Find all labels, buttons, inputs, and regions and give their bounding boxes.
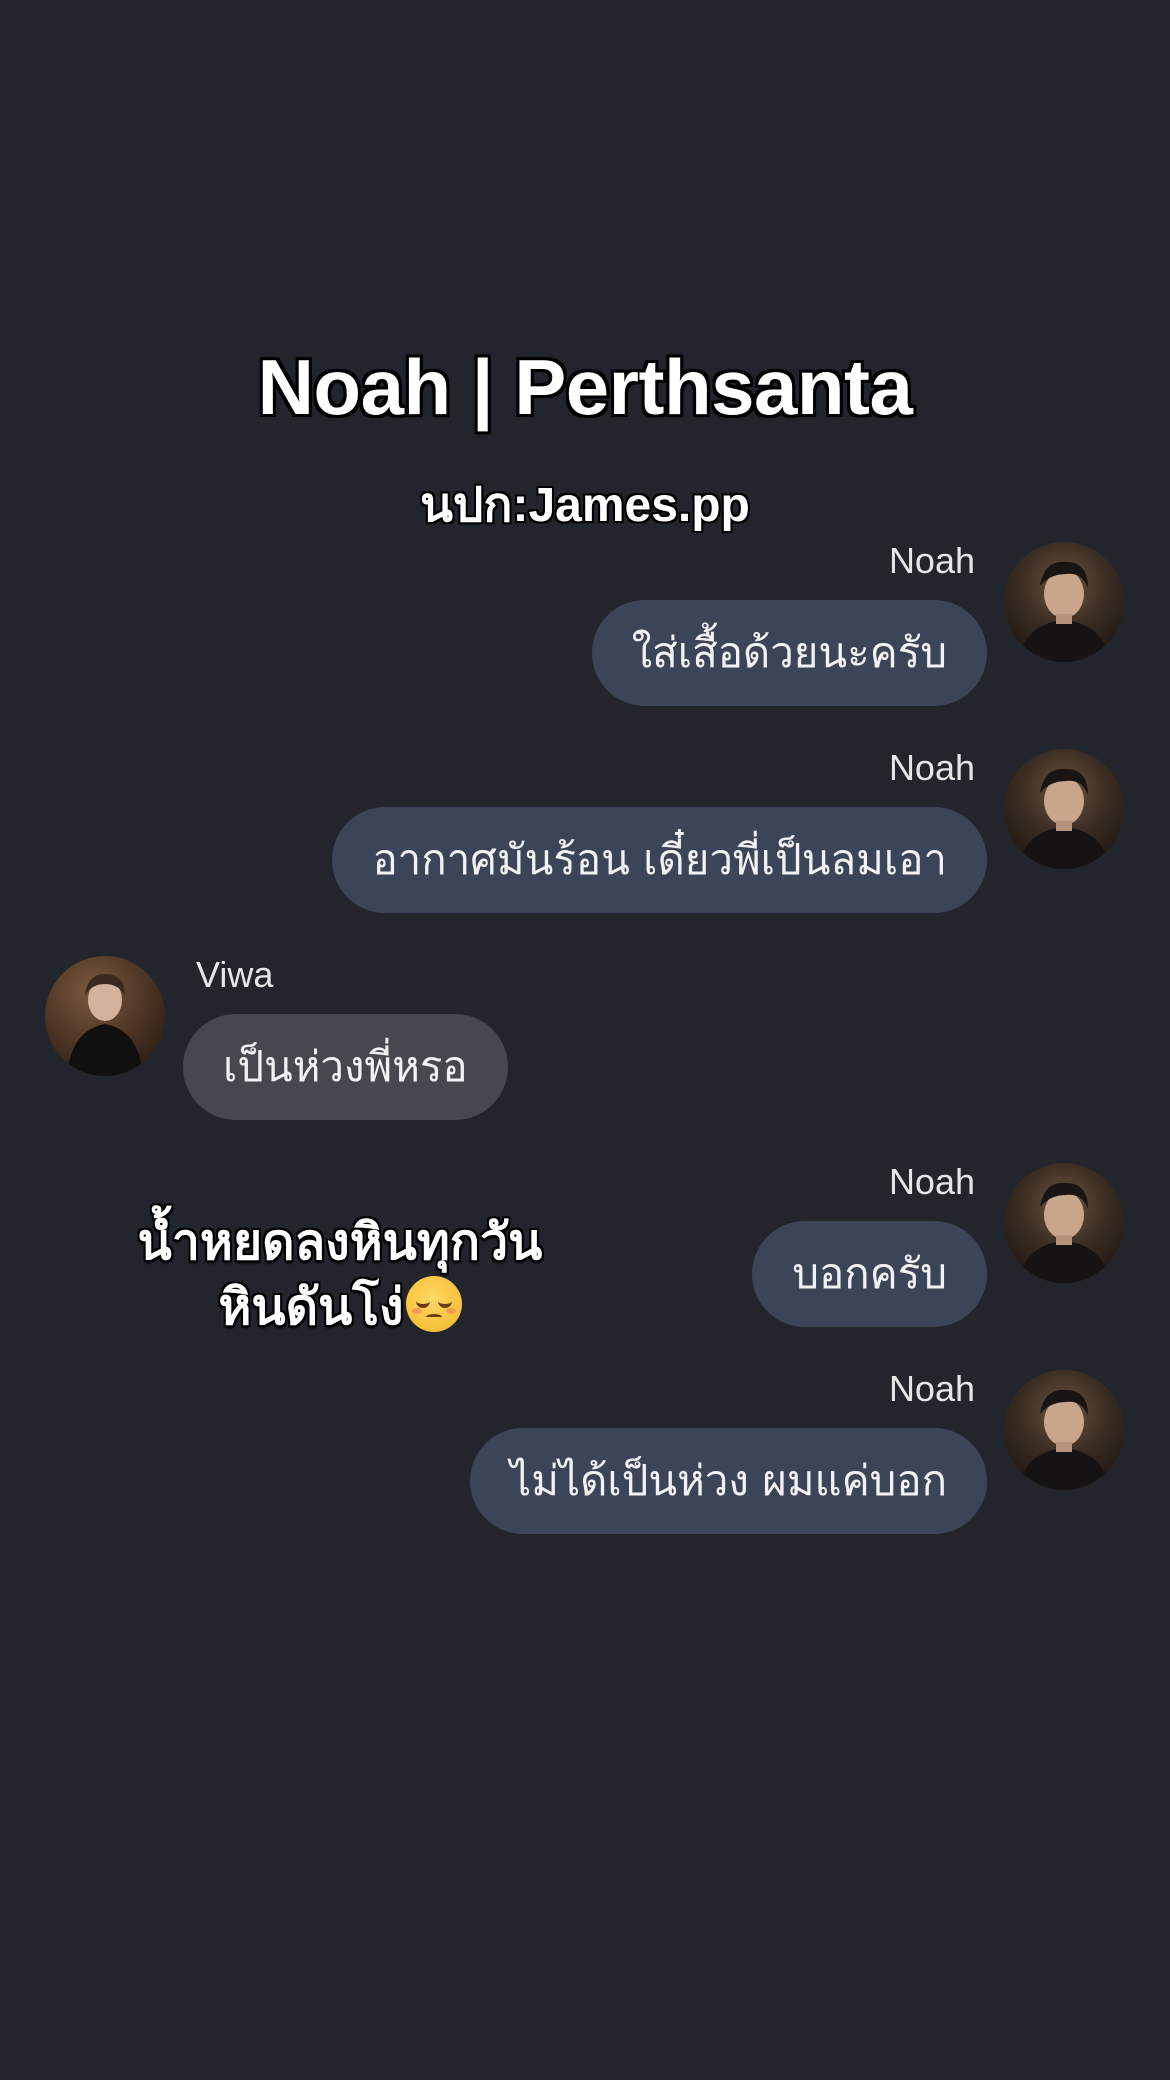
message-bubble[interactable]: บอกครับ xyxy=(752,1221,987,1327)
chat-screen: Noah | Perthsanta นปก:James.pp Noah ใส่เ… xyxy=(0,0,1170,2080)
caption-text: น้ำหยดลงหินทุกวัน หินดันโง่ xyxy=(60,1210,620,1340)
noah-avatar-icon[interactable] xyxy=(1004,1163,1124,1283)
pensive-face-emoji-icon xyxy=(405,1276,462,1332)
sender-name: Noah xyxy=(888,747,975,788)
caption-line: น้ำหยดลงหินทุกวัน xyxy=(137,1213,543,1271)
sender-name: Noah xyxy=(888,1368,975,1409)
noah-avatar-icon[interactable] xyxy=(1004,542,1124,662)
message-bubble[interactable]: ไม่ได้เป็นห่วง ผมแค่บอก xyxy=(470,1428,987,1534)
message-bubble[interactable]: เป็นห่วงพี่หรอ xyxy=(183,1014,508,1120)
message-bubble[interactable]: อากาศมันร้อน เดี๋ยวพี่เป็นลมเอา xyxy=(332,807,987,913)
caption-line-2: หินดันโง่ xyxy=(60,1275,620,1340)
message-bubble[interactable]: ใส่เสื้อด้วยนะครับ xyxy=(591,600,987,706)
viwa-avatar-icon[interactable] xyxy=(45,956,165,1076)
page-subtitle: นปก:James.pp xyxy=(420,479,750,532)
caption-line: หินดันโง่ xyxy=(218,1278,404,1336)
page-title: Noah | Perthsanta xyxy=(257,343,913,431)
sender-name: Noah xyxy=(888,1161,975,1202)
noah-avatar-icon[interactable] xyxy=(1004,749,1124,869)
noah-avatar-icon[interactable] xyxy=(1004,1370,1124,1490)
sender-name: Noah xyxy=(888,540,975,581)
sender-name: Viwa xyxy=(196,954,274,995)
